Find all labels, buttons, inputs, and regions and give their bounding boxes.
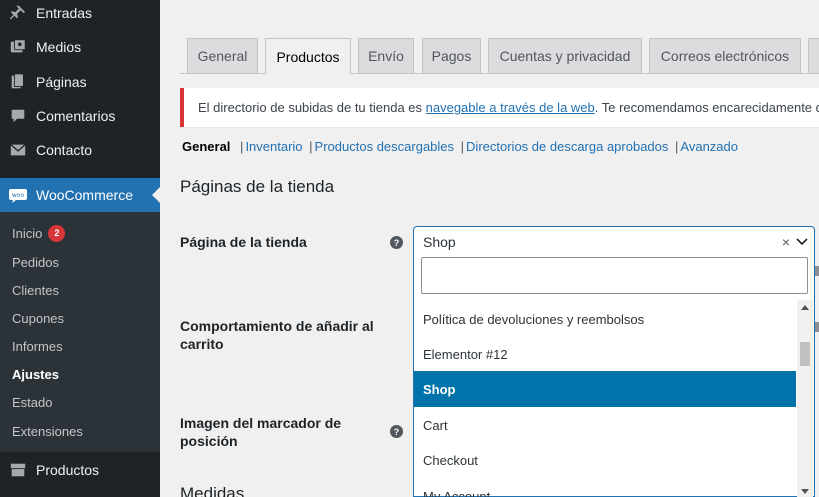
products-icon xyxy=(0,461,36,479)
comments-icon xyxy=(0,107,36,125)
svg-text:woo: woo xyxy=(12,192,25,199)
sidebar-item-label: Medios xyxy=(36,39,82,55)
dropdown-option[interactable]: Cart xyxy=(414,407,796,443)
submenu-clientes[interactable]: Clientes xyxy=(12,280,59,300)
separator: | xyxy=(675,139,679,154)
subsection-links: General | Inventario | Productos descargab… xyxy=(182,139,738,154)
tab-correos[interactable]: Correos electrónicos xyxy=(649,38,801,74)
submenu-informes[interactable]: Informes xyxy=(12,336,63,356)
scroll-thumb[interactable] xyxy=(800,342,810,366)
dropdown-option[interactable]: Checkout xyxy=(414,442,796,478)
dropdown-option-highlighted[interactable]: Shop xyxy=(414,371,796,407)
add-to-cart-label: Comportamiento de añadir al carrito xyxy=(180,317,374,353)
tab-pagos[interactable]: Pagos xyxy=(422,38,481,74)
woocommerce-submenu: Inicio 2 Pedidos Clientes Cupones Inform… xyxy=(0,212,160,452)
section-title: Páginas de la tienda xyxy=(180,177,335,196)
dropdown-options: Política de devoluciones y reembolsos El… xyxy=(414,300,796,497)
subsection-descargables[interactable]: Productos descargables xyxy=(315,139,454,154)
submenu-extensiones[interactable]: Extensiones xyxy=(12,421,83,441)
mail-icon xyxy=(0,141,36,159)
submenu-cupones[interactable]: Cupones xyxy=(12,308,64,328)
label-line: Imagen del marcador de xyxy=(180,415,342,431)
shop-page-label: Página de la tienda xyxy=(180,234,307,250)
tab-cuentas-privacidad[interactable]: Cuentas y privacidad xyxy=(488,38,642,74)
sidebar-item-label: WooCommerce xyxy=(36,187,133,203)
scroll-up-icon[interactable] xyxy=(801,305,809,310)
clear-icon[interactable]: × xyxy=(782,234,790,250)
shop-page-dropdown: Política de devoluciones y reembolsos El… xyxy=(413,257,815,497)
separator: | xyxy=(240,139,244,154)
dropdown-scrollbar[interactable] xyxy=(797,300,813,497)
sidebar-item-woocommerce[interactable]: woo WooCommerce xyxy=(0,178,160,212)
chevron-down-icon[interactable] xyxy=(795,233,809,254)
submenu-pedidos[interactable]: Pedidos xyxy=(12,252,59,272)
sidebar-item-label: Páginas xyxy=(36,74,87,90)
sidebar-item-label: Productos xyxy=(36,462,100,478)
dropdown-option[interactable]: Política de devoluciones y reembolsos xyxy=(414,301,796,337)
sidebar-item-medios[interactable]: Medios xyxy=(0,30,160,64)
selected-value: Shop xyxy=(423,234,456,250)
tab-general[interactable]: General xyxy=(187,38,258,74)
hidden-field-edge xyxy=(815,322,819,332)
sidebar-item-productos[interactable]: Productos xyxy=(0,453,160,487)
placeholder-image-label: Imagen del marcador de posición xyxy=(180,414,341,450)
sidebar-item-label: Comentarios xyxy=(36,108,116,124)
label-line: carrito xyxy=(180,336,224,352)
active-arrow xyxy=(152,187,160,203)
sidebar-item-label: Entradas xyxy=(36,5,93,21)
subsection-current[interactable]: General xyxy=(182,139,230,154)
dropdown-search-input[interactable] xyxy=(421,257,808,294)
submenu-label: Inicio xyxy=(12,225,43,241)
scroll-down-icon[interactable] xyxy=(801,489,809,494)
media-icon xyxy=(0,38,36,56)
tab-envio[interactable]: Envío xyxy=(358,38,414,74)
admin-sidebar: Entradas Medios Páginas Comentarios Cont… xyxy=(0,0,160,497)
sidebar-item-entradas[interactable]: Entradas xyxy=(0,0,160,30)
pages-icon xyxy=(0,73,36,91)
submenu-inicio[interactable]: Inicio 2 xyxy=(12,223,66,243)
sidebar-item-contacto[interactable]: Contacto xyxy=(0,133,160,167)
subsection-directorios[interactable]: Directorios de descarga aprobados xyxy=(466,139,668,154)
next-section-title: Medidas xyxy=(180,484,245,497)
tab-overflow[interactable] xyxy=(808,38,819,74)
separator: | xyxy=(309,139,313,154)
shop-page-select[interactable]: Shop × xyxy=(413,226,815,258)
notice-link[interactable]: navegable a través de la web xyxy=(426,100,595,115)
separator: | xyxy=(460,139,465,154)
sidebar-item-paginas[interactable]: Páginas xyxy=(0,65,160,99)
help-icon[interactable]: ? xyxy=(390,236,403,249)
dropdown-option[interactable]: Elementor #12 xyxy=(414,336,796,372)
woo-icon: woo xyxy=(0,187,36,203)
settings-tabs: General Productos Envío Pagos Cuentas y … xyxy=(180,38,819,75)
label-line: posición xyxy=(180,433,238,449)
subsection-avanzado[interactable]: Avanzado xyxy=(680,139,738,154)
help-icon[interactable]: ? xyxy=(390,425,403,438)
sidebar-item-label: Contacto xyxy=(36,142,93,158)
hidden-field-edge xyxy=(815,266,819,276)
submenu-ajustes[interactable]: Ajustes xyxy=(12,364,59,384)
notice-text-after: . Te recomendamos encarecidamente que xyxy=(594,100,819,115)
pin-icon xyxy=(0,4,36,22)
notification-badge: 2 xyxy=(48,224,66,242)
subsection-inventario[interactable]: Inventario xyxy=(245,139,302,154)
upload-dir-notice: El directorio de subidas de tu tienda es… xyxy=(180,88,819,127)
label-line: Comportamiento de añadir al xyxy=(180,318,374,334)
sidebar-item-comentarios[interactable]: Comentarios xyxy=(0,99,160,133)
tab-productos[interactable]: Productos xyxy=(265,38,351,75)
notice-text: El directorio de subidas de tu tienda es xyxy=(198,100,426,115)
submenu-estado[interactable]: Estado xyxy=(12,392,52,412)
dropdown-option[interactable]: My Account xyxy=(414,478,796,497)
